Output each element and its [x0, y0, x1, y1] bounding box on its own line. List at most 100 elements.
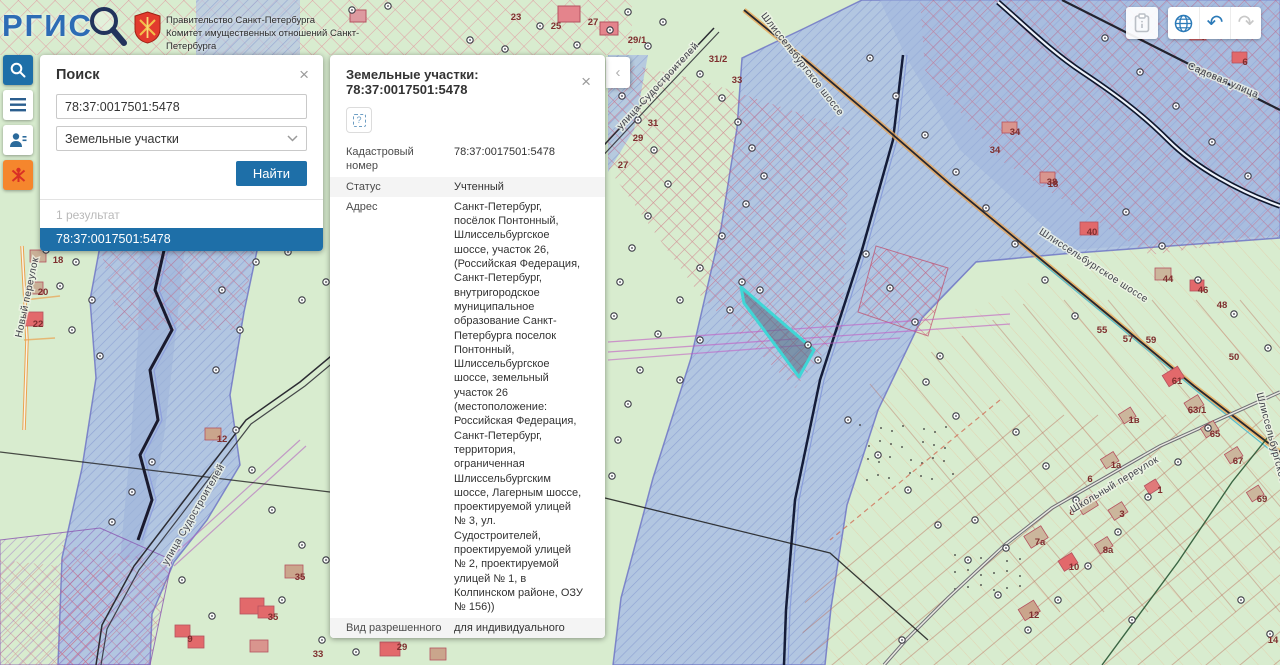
parcel-number-label: 29 [397, 642, 408, 653]
survey-marker [1137, 69, 1143, 75]
redo-button[interactable]: ↷ [1230, 7, 1261, 39]
parcel-number-label: 27 [588, 17, 599, 28]
survey-marker [629, 245, 635, 251]
survey-marker [1159, 243, 1165, 249]
survey-marker [815, 357, 821, 363]
search-query-input[interactable] [56, 94, 307, 119]
attribute-row: Вид разрешенного использованиядля индиви… [330, 618, 605, 639]
parcel-number-label: 57 [1123, 334, 1134, 345]
survey-marker [609, 473, 615, 479]
parcel-number-label: 61 [1172, 376, 1183, 387]
details-panel-close-icon[interactable]: × [581, 75, 591, 89]
survey-marker [607, 27, 613, 33]
parcel-number-label: 3 [1119, 509, 1124, 520]
survey-marker [319, 637, 325, 643]
clipboard-tool-button[interactable] [1126, 7, 1158, 39]
search-result-item[interactable]: 78:37:0017501:5478 [40, 228, 323, 251]
survey-marker [1123, 209, 1129, 215]
parcel-number-label: 23 [511, 12, 522, 23]
parcel-number-label: 65 [1210, 429, 1221, 440]
parcel-number-label: 46 [1198, 285, 1209, 296]
survey-marker [757, 287, 763, 293]
rgis-logo[interactable]: РГИС [2, 4, 129, 48]
user-account-button[interactable] [3, 125, 33, 155]
collapse-panel-button[interactable]: ‹ [606, 57, 630, 88]
parcel-number-label: 12 [1029, 610, 1040, 621]
survey-marker [1265, 345, 1271, 351]
survey-marker [1195, 277, 1201, 283]
survey-marker [1003, 545, 1009, 551]
spb-emblem-button[interactable] [3, 160, 33, 190]
survey-marker [761, 173, 767, 179]
survey-marker [743, 201, 749, 207]
attribute-table: Кадастровый номер78:37:0017501:5478Стату… [330, 142, 605, 638]
redo-icon: ↷ [1238, 13, 1255, 33]
survey-marker [57, 283, 63, 289]
map-nav-group: ↶ ↷ [1168, 7, 1261, 39]
survey-marker [965, 557, 971, 563]
survey-marker [149, 459, 155, 465]
undo-icon: ↶ [1207, 13, 1224, 33]
identify-info-button[interactable]: ? [346, 107, 372, 133]
survey-marker [353, 649, 359, 655]
results-count: 1 результат [56, 208, 307, 222]
spb-coat-of-arms [134, 11, 161, 44]
parcel-number-label: 1в [1128, 415, 1139, 426]
survey-marker [735, 119, 741, 125]
parcel-number-label: 22 [33, 319, 44, 330]
spb-anchors-icon [10, 167, 27, 184]
parcel-number-label: 67 [1233, 456, 1244, 467]
attribute-value: Учтенный [454, 180, 585, 194]
parcel-number-label: 25 [551, 21, 562, 32]
survey-marker [923, 379, 929, 385]
survey-marker [1245, 173, 1251, 179]
search-panel: Поиск × Земельные участки Найти 1 резуль… [40, 55, 323, 251]
search-panel-close-icon[interactable]: × [299, 68, 309, 82]
attribute-row: Кадастровый номер78:37:0017501:5478 [330, 142, 605, 177]
search-category-select[interactable]: Земельные участки [56, 126, 307, 151]
question-mark-icon: ? [353, 114, 366, 127]
attribute-value: для индивидуального жилищного строительс… [454, 621, 585, 639]
survey-marker [922, 132, 928, 138]
parcel-number-label: 33 [313, 649, 324, 660]
survey-marker [651, 147, 657, 153]
parcel-number-label: 35 [295, 572, 306, 583]
survey-marker [213, 367, 219, 373]
search-icon [10, 62, 26, 78]
gov-header: Правительство Санкт-Петербурга Комитет и… [166, 14, 406, 53]
globe-button[interactable] [1168, 7, 1199, 39]
undo-button[interactable]: ↶ [1199, 7, 1230, 39]
gov-header-line2: Комитет имущественных отношений Санкт-Пе… [166, 27, 406, 53]
magnifier-logo-icon [85, 4, 129, 48]
survey-marker [253, 259, 259, 265]
search-tool-button[interactable] [3, 55, 33, 85]
survey-marker [1072, 313, 1078, 319]
search-panel-title: Поиск [56, 67, 100, 83]
survey-marker [912, 319, 918, 325]
rgis-app: 23252729/131/233312927184044464855575950… [0, 0, 1280, 665]
survey-marker [617, 279, 623, 285]
parcel-number-label: 14 [1268, 635, 1279, 646]
parcel-number-label: 27 [618, 160, 629, 171]
parcel-number-label: 31/2 [709, 54, 728, 65]
survey-marker [887, 285, 893, 291]
parcel-number-label: 9 [187, 634, 192, 645]
survey-marker [867, 55, 873, 61]
survey-marker [209, 613, 215, 619]
parcel-number-label: 29 [633, 133, 644, 144]
survey-marker [615, 437, 621, 443]
survey-marker [625, 9, 631, 15]
survey-marker [233, 427, 239, 433]
gov-header-line1: Правительство Санкт-Петербурга [166, 14, 406, 27]
parcel-number-label: 1а [1111, 460, 1122, 471]
survey-marker [467, 37, 473, 43]
layers-menu-button[interactable] [3, 90, 33, 120]
search-submit-button[interactable]: Найти [236, 161, 307, 186]
chevron-left-icon: ‹ [616, 64, 621, 81]
survey-marker [299, 297, 305, 303]
survey-marker [719, 233, 725, 239]
survey-marker [899, 637, 905, 643]
attribute-value: Санкт-Петербург, посёлок Понтонный, Шлис… [454, 200, 585, 615]
survey-marker [1043, 463, 1049, 469]
survey-marker [97, 353, 103, 359]
